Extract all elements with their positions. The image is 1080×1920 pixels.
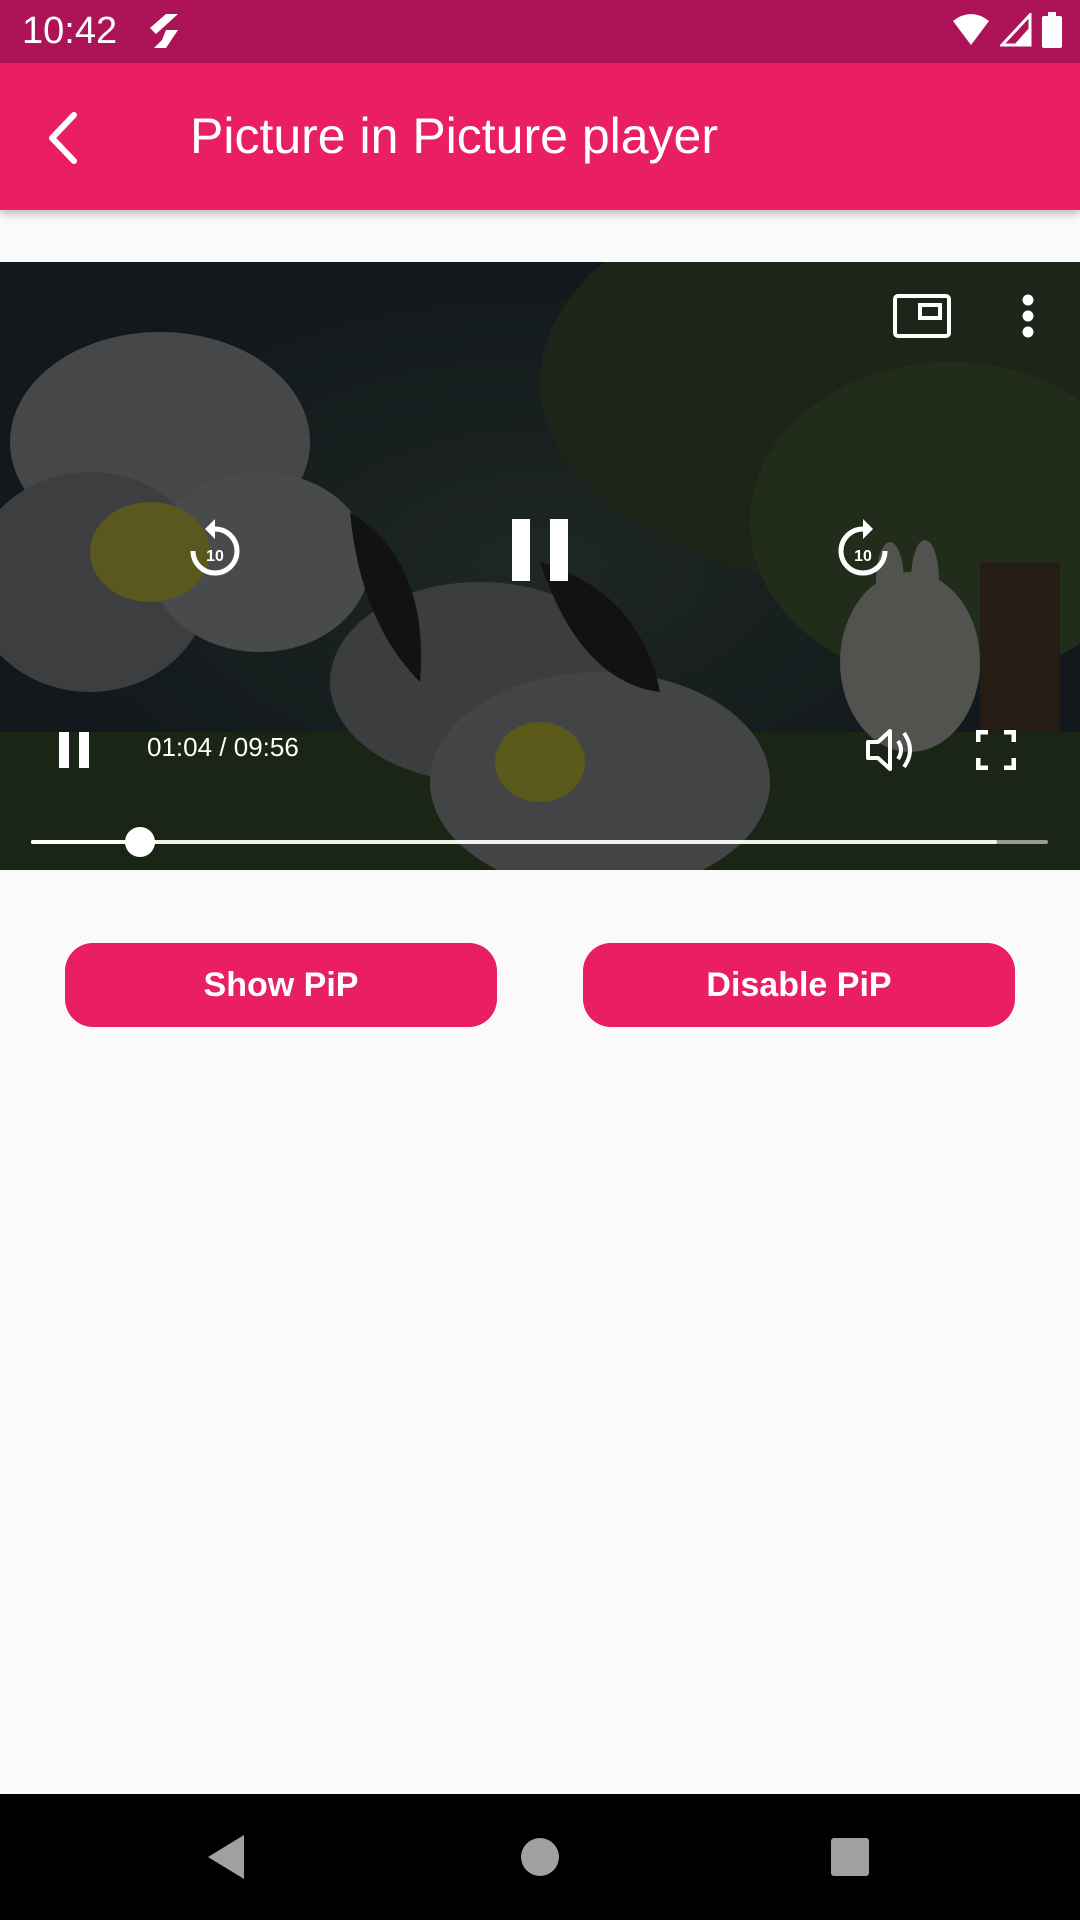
more-button[interactable] xyxy=(1004,286,1052,346)
nav-home-button[interactable] xyxy=(510,1827,570,1887)
page-title: Picture in Picture player xyxy=(190,108,719,164)
center-pause-button[interactable] xyxy=(500,510,580,590)
more-vert-icon xyxy=(1022,294,1034,338)
status-time: 10:42 xyxy=(22,10,118,52)
signal-icon xyxy=(998,11,1032,52)
buffer-bar xyxy=(31,840,998,844)
video-player[interactable]: 10 10 01:04 / 09:56 xyxy=(0,262,1080,870)
fullscreen-icon xyxy=(976,730,1016,770)
nav-recents-button[interactable] xyxy=(820,1827,880,1887)
system-nav-bar xyxy=(0,1794,1080,1920)
pip-icon xyxy=(893,294,951,338)
forward-10-label: 10 xyxy=(854,548,872,565)
status-bar: 10:42 xyxy=(0,0,1080,63)
nav-back-button[interactable] xyxy=(196,1827,256,1887)
nav-back-icon xyxy=(208,1835,244,1879)
volume-icon xyxy=(866,729,912,771)
flutter-icon xyxy=(144,12,180,55)
disable-pip-button[interactable]: Disable PiP xyxy=(583,943,1015,1027)
replay-10-label: 10 xyxy=(206,548,224,565)
play-pause-button[interactable] xyxy=(50,722,98,778)
status-icons xyxy=(952,11,1062,53)
nav-recents-icon xyxy=(831,1838,869,1876)
nav-home-icon xyxy=(521,1838,559,1876)
fullscreen-button[interactable] xyxy=(970,722,1022,778)
forward-10-button[interactable]: 10 xyxy=(828,512,898,582)
pip-button[interactable] xyxy=(884,286,960,346)
progress-fill xyxy=(31,840,140,844)
unused xyxy=(500,787,580,867)
back-arrow-icon xyxy=(49,112,77,164)
time-display: 01:04 / 09:56 xyxy=(147,732,299,762)
replay-10-icon: 10 xyxy=(190,519,240,576)
back-button[interactable] xyxy=(20,93,110,183)
wifi-icon xyxy=(952,13,990,52)
replay-10-button[interactable]: 10 xyxy=(180,512,250,582)
show-pip-button[interactable]: Show PiP xyxy=(65,943,497,1027)
seek-thumb[interactable] xyxy=(124,827,155,857)
volume-button[interactable] xyxy=(862,722,920,778)
progress-bar[interactable] xyxy=(31,840,1048,844)
pause-icon xyxy=(59,732,89,768)
battery-icon xyxy=(1042,12,1062,53)
pause-icon xyxy=(512,519,568,581)
app-bar: Picture in Picture player xyxy=(0,63,1080,210)
forward-10-icon: 10 xyxy=(838,519,888,576)
